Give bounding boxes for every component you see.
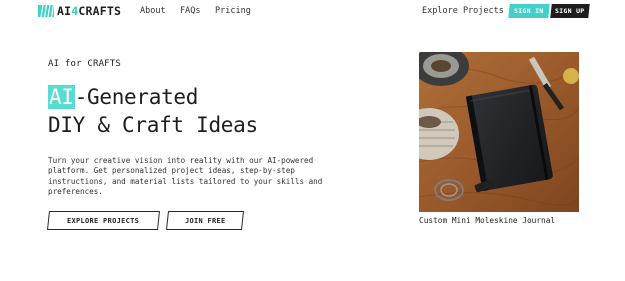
explore-projects-button[interactable]: EXPLORE PROJECTS — [47, 211, 160, 230]
featured-project-image[interactable] — [419, 52, 579, 212]
sign-in-button[interactable]: SIGN IN — [508, 4, 550, 18]
nav-link-about[interactable]: About — [140, 6, 166, 16]
logo-stripes-icon — [38, 5, 54, 17]
join-free-button[interactable]: JOIN FREE — [166, 211, 244, 230]
headline-highlight: AI — [48, 85, 75, 109]
nav-link-pricing[interactable]: Pricing — [215, 6, 251, 16]
headline-line2: DIY & Craft Ideas — [48, 113, 258, 137]
hero-description: Turn your creative vision into reality w… — [48, 156, 323, 197]
hero-headline: AI-Generated DIY & Craft Ideas — [48, 83, 258, 139]
headline-line1-rest: -Generated — [74, 85, 199, 109]
journal-photo-illustration — [419, 52, 579, 212]
logo-text: AI4CRAFTS — [57, 4, 122, 18]
logo[interactable]: AI4CRAFTS — [38, 4, 121, 18]
top-nav: AI4CRAFTS About FAQs Pricing Explore Pro… — [0, 0, 625, 24]
nav-link-explore-projects[interactable]: Explore Projects — [422, 6, 504, 16]
featured-project-caption: Custom Mini Moleskine Journal — [419, 216, 556, 225]
nav-link-faqs[interactable]: FAQs — [180, 6, 200, 16]
sign-up-button[interactable]: SIGN UP — [550, 4, 590, 18]
hero-eyebrow: AI for CRAFTS — [48, 59, 122, 69]
